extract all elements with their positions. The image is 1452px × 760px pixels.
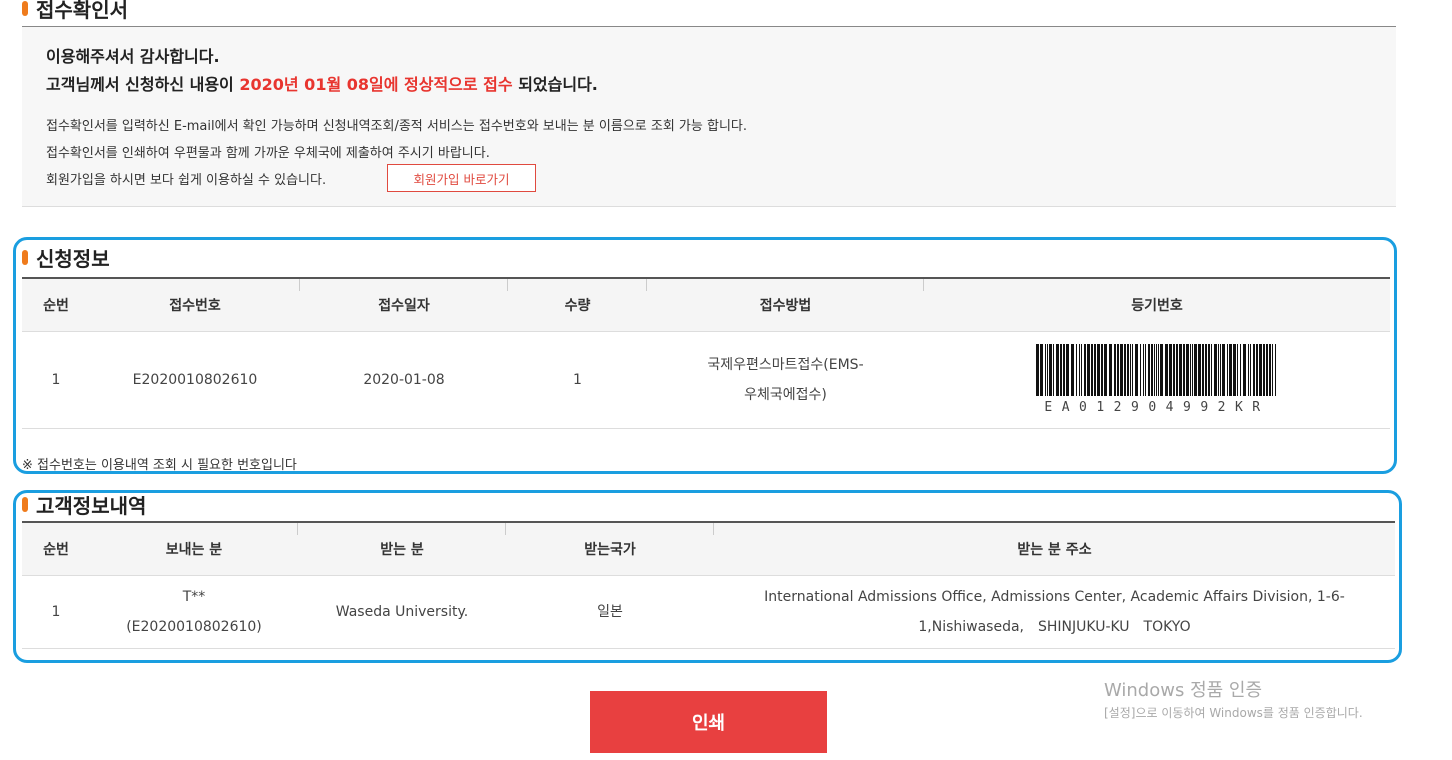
table-header-row: 순번 보내는 분 받는 분 받는국가 받는 분 주소 [22,521,1395,576]
col-header-date-label: 접수일자 [378,298,430,314]
col-header-recipient-label: 받는 분 [380,542,424,558]
cell-registered-no: EA012904992KR [924,331,1390,429]
note-1: 접수확인서를 입력하신 E-mail에서 확인 가능하며 신청내역조회/종적 서… [46,119,747,134]
col-header-address: 받는 분 주소 [714,521,1395,576]
receipt-no-footnote: ※ 접수번호는 이용내역 조회 시 필요한 번호입니다 [22,458,297,473]
col-header-country-label: 받는국가 [584,542,636,558]
col-header-qty: 수량 [508,277,647,332]
col-header-method-label: 접수방법 [759,298,812,314]
print-button[interactable]: 인쇄 [590,691,827,753]
col-header-no: 순번 [22,277,90,332]
application-title-text: 신청정보 [36,247,110,271]
section-marker-icon [22,250,28,265]
method-line-2: 우체국에접수) [744,387,827,403]
barcode-image [1036,344,1276,396]
customer-table: 순번 보내는 분 받는 분 받는국가 받는 분 주소 1 T** (E20200… [22,521,1395,649]
note-2: 접수확인서를 인쇄하여 우편물과 함께 가까운 우체국에 제출하여 주시기 바랍… [46,146,490,161]
thanks-prefix: 고객님께서 신청하신 내용이 [46,75,240,94]
method-line-1: 국제우편스마트접수(EMS- [707,357,864,373]
cell-date: 2020-01-08 [300,331,508,429]
table-header-row: 순번 접수번호 접수일자 수량 접수방법 등기번호 [22,277,1390,332]
col-header-registered-no: 등기번호 [924,277,1390,332]
cell-qty: 1 [508,331,647,429]
receipt-box: 이용해주셔서 감사합니다. 고객님께서 신청하신 내용이 2020년 01월 0… [22,27,1396,207]
col-header-sender: 보내는 분 [90,521,298,576]
sender-line-2: (E2020010802610) [126,619,262,635]
table-row: 1 T** (E2020010802610) Waseda University… [22,575,1395,649]
sender-line-1: T** [182,589,206,605]
col-header-country: 받는국가 [506,521,714,576]
registered-no-text: EA012904992KR [1044,400,1270,415]
col-header-receipt-no-label: 접수번호 [169,298,221,314]
cell-sender: T** (E2020010802610) [90,575,298,649]
application-table: 순번 접수번호 접수일자 수량 접수방법 등기번호 1 E20200108026… [22,277,1390,429]
customer-title-text: 고객정보내역 [36,494,147,518]
thanks-suffix: 되었습니다. [512,75,598,94]
cell-receipt-no: E2020010802610 [90,331,300,429]
cell-country: 일본 [506,575,714,649]
thanks-highlight: 2020년 01월 08일에 정상적으로 접수 [239,75,513,94]
note-3: 회원가입을 하시면 보다 쉽게 이용하실 수 있습니다. [46,173,327,188]
address-line-2: 1,Nishiwaseda, SHINJUKU-KU TOKYO [918,619,1191,635]
customer-section-title: 고객정보내역 [22,490,146,519]
windows-activation-watermark: Windows 정품 인증 [설정]으로 이동하여 Windows를 정품 인증… [1104,676,1363,721]
address-line-1: International Admissions Office, Admissi… [764,589,1345,605]
section-marker-icon [22,497,28,512]
col-header-sender-label: 보내는 분 [165,542,223,558]
thanks-line-1: 이용해주셔서 감사합니다. [46,47,220,66]
col-header-no: 순번 [22,521,90,576]
receipt-section-title: 접수확인서 [22,0,128,23]
col-header-qty-label: 수량 [564,298,591,314]
watermark-line-1: Windows 정품 인증 [1104,680,1263,701]
section-marker-icon [22,1,28,16]
application-section-title: 신청정보 [22,243,110,272]
receipt-title-text: 접수확인서 [36,0,128,22]
cell-method: 국제우편스마트접수(EMS- 우체국에접수) [647,331,924,429]
col-header-recipient: 받는 분 [298,521,506,576]
col-header-receipt-no: 접수번호 [90,277,300,332]
col-header-date: 접수일자 [300,277,508,332]
col-header-method: 접수방법 [647,277,924,332]
watermark-line-2: [설정]으로 이동하여 Windows를 정품 인증합니다. [1104,706,1363,720]
thanks-line-2: 고객님께서 신청하신 내용이 2020년 01월 08일에 정상적으로 접수 되… [46,71,598,95]
cell-no: 1 [22,331,90,429]
cell-recipient: Waseda University. [298,575,506,649]
cell-no: 1 [22,575,90,649]
join-member-button[interactable]: 회원가입 바로가기 [387,164,536,192]
table-row: 1 E2020010802610 2020-01-08 1 국제우편스마트접수(… [22,331,1390,429]
cell-address: International Admissions Office, Admissi… [714,575,1395,649]
